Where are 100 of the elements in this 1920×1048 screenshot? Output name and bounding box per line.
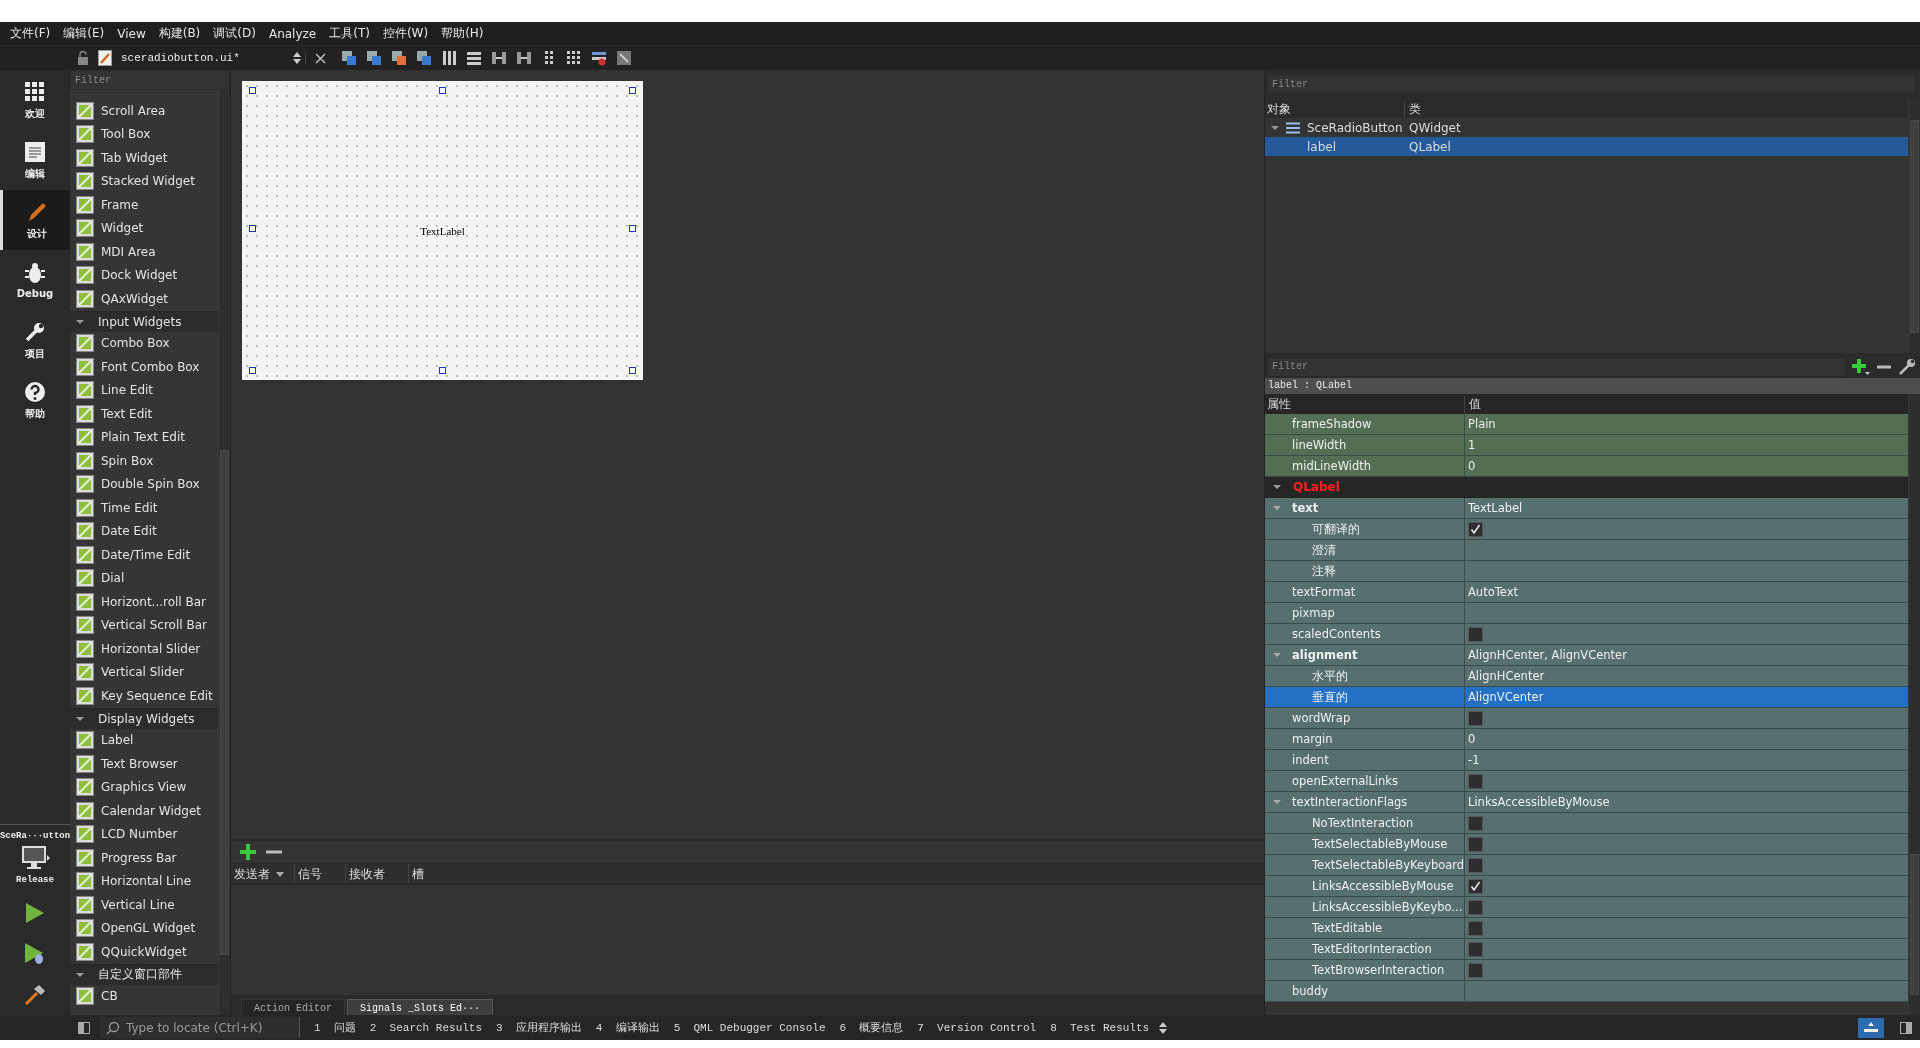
property-row[interactable]: openExternalLinks [1265,771,1908,792]
checkbox[interactable] [1468,836,1483,852]
widget-item[interactable]: Key Sequence Edit [101,688,213,703]
widget-item[interactable]: Vertical Slider [101,665,184,680]
output-pane-button[interactable]: 1 问题 [314,1020,356,1035]
menu-item[interactable]: Analyze [268,26,317,41]
category-header[interactable]: 自定义窗口部件 [70,963,218,985]
property-value[interactable]: 0 [1468,459,1476,473]
property-row[interactable]: 可翻译的 [1265,519,1908,540]
output-pane-button[interactable]: 7 Version Control [917,1021,1037,1034]
property-value[interactable]: Plain [1468,417,1496,431]
property-row[interactable]: 注释 [1265,561,1908,582]
property-row[interactable]: midLineWidth 0 [1265,456,1908,477]
widget-item[interactable]: Tool Box [101,127,151,142]
expand-arrow-icon[interactable] [76,317,84,326]
scrollbar[interactable] [1908,394,1920,1015]
output-toggle-icon[interactable] [1858,1017,1884,1038]
property-value[interactable]: 0 [1468,732,1476,746]
dense-grid-icon[interactable] [566,50,582,66]
checkbox[interactable] [1468,626,1483,642]
property-value[interactable]: TextLabel [1468,501,1523,515]
property-row[interactable]: wordWrap [1265,708,1908,729]
widget-item[interactable]: QQuickWidget [101,944,187,959]
property-row[interactable]: text TextLabel [1265,498,1908,519]
checkbox[interactable] [1468,941,1483,957]
expand-arrow-icon[interactable] [76,714,84,723]
form-layout-icon[interactable] [591,50,607,66]
tree-row[interactable]: SceRadioButton QWidget [1265,118,1908,137]
column-header[interactable]: 值 [1465,395,1481,413]
property-row[interactable]: pixmap [1265,603,1908,624]
scrollbar[interactable] [1908,100,1920,353]
property-row[interactable]: frameShadow Plain [1265,414,1908,435]
checkbox[interactable] [1468,710,1483,726]
menu-item[interactable]: 调试(D) [213,25,256,42]
sidebar-toggle-icon[interactable] [78,1021,90,1034]
right-sidebar-toggle-icon[interactable] [1900,1021,1912,1034]
property-row[interactable]: NoTextInteraction [1265,813,1908,834]
column-header[interactable]: 类 [1405,100,1421,118]
expand-arrow-icon[interactable] [1271,123,1279,132]
property-row[interactable]: scaledContents [1265,624,1908,645]
form-canvas[interactable]: TextLabel [242,81,643,380]
widget-item[interactable]: Dial [101,571,125,586]
property-group-row[interactable]: QLabel [1265,477,1908,498]
widget-item[interactable]: QAxWidget [101,291,168,306]
widget-item[interactable]: Font Combo Box [101,359,200,374]
menu-item[interactable]: 文件(F) [10,25,51,42]
widget-item[interactable]: MDI Area [101,244,156,259]
column-header[interactable]: 槽 [409,864,449,884]
up-down-arrow-icon[interactable] [1159,1021,1168,1034]
property-row[interactable]: textFormat AutoText [1265,582,1908,603]
resize-handle[interactable] [439,87,446,94]
property-value[interactable]: -1 [1468,753,1480,767]
property-row[interactable]: lineWidth 1 [1265,435,1908,456]
property-row[interactable]: TextSelectableByKeyboard [1265,855,1908,876]
widget-item[interactable]: Calendar Widget [101,803,202,818]
widget-item[interactable]: Date Edit [101,524,157,539]
lock-icon[interactable] [77,51,89,65]
column-header[interactable]: 发送者 [231,864,295,884]
menu-item[interactable]: 控件(W) [382,25,429,42]
column-header[interactable]: 对象 [1265,100,1405,118]
mode-button[interactable]: 欢迎 [0,70,70,130]
scrollbar[interactable] [218,90,230,1015]
rows-icon[interactable] [466,50,482,66]
output-pane-button[interactable]: 5 QML Debugger Console [673,1021,826,1034]
resize-handle[interactable] [629,87,636,94]
property-row[interactable]: LinksAccessibleByMouse [1265,876,1908,897]
splitter-vertical-icon[interactable] [516,50,532,66]
widget-item[interactable]: Combo Box [101,336,170,351]
sort-caret-icon[interactable] [276,871,284,877]
widget-item[interactable]: Scroll Area [101,103,166,118]
property-value[interactable]: AlignHCenter [1468,669,1545,683]
property-row[interactable]: TextSelectableByMouse [1265,834,1908,855]
mode-button[interactable]: 帮助 [0,370,70,430]
column-header[interactable]: 属性 [1265,395,1465,413]
menu-item[interactable]: 构建(B) [158,25,201,42]
widget-item[interactable]: Time Edit [101,500,158,515]
columns-icon[interactable] [441,50,457,66]
output-pane-button[interactable]: 8 Test Results [1050,1021,1150,1034]
property-row[interactable]: textInteractionFlags LinksAccessibleByMouse [1265,792,1908,813]
widget-item[interactable]: Double Spin Box [101,477,200,492]
checkbox[interactable] [1468,920,1483,936]
property-row[interactable]: 水平的 AlignHCenter [1265,666,1908,687]
category-header[interactable]: Display Widgets [70,707,218,729]
property-row[interactable]: alignment AlignHCenter, AlignVCenter [1265,645,1908,666]
widget-item[interactable]: Horizontal Line [101,874,192,889]
checkbox[interactable] [1468,899,1483,915]
file-selector[interactable]: sceradiobutton.ui* [121,52,306,64]
widget-item[interactable]: Widget [101,221,144,236]
resize-handle[interactable] [629,225,636,232]
filter-field[interactable]: Filter [1267,356,1846,377]
output-pane-button[interactable]: 4 编译输出 [595,1020,660,1035]
widget-item[interactable]: Progress Bar [101,850,177,865]
property-row[interactable]: indent -1 [1265,750,1908,771]
widget-item[interactable]: Date/Time Edit [101,547,191,562]
widget-item[interactable]: Tab Widget [101,150,168,165]
property-value[interactable]: AlignHCenter, AlignVCenter [1468,648,1627,662]
resize-handle[interactable] [249,225,256,232]
widget-item[interactable]: Horizont...roll Bar [101,594,207,609]
wrench-icon[interactable] [1898,357,1916,376]
checkbox[interactable] [1468,878,1483,894]
